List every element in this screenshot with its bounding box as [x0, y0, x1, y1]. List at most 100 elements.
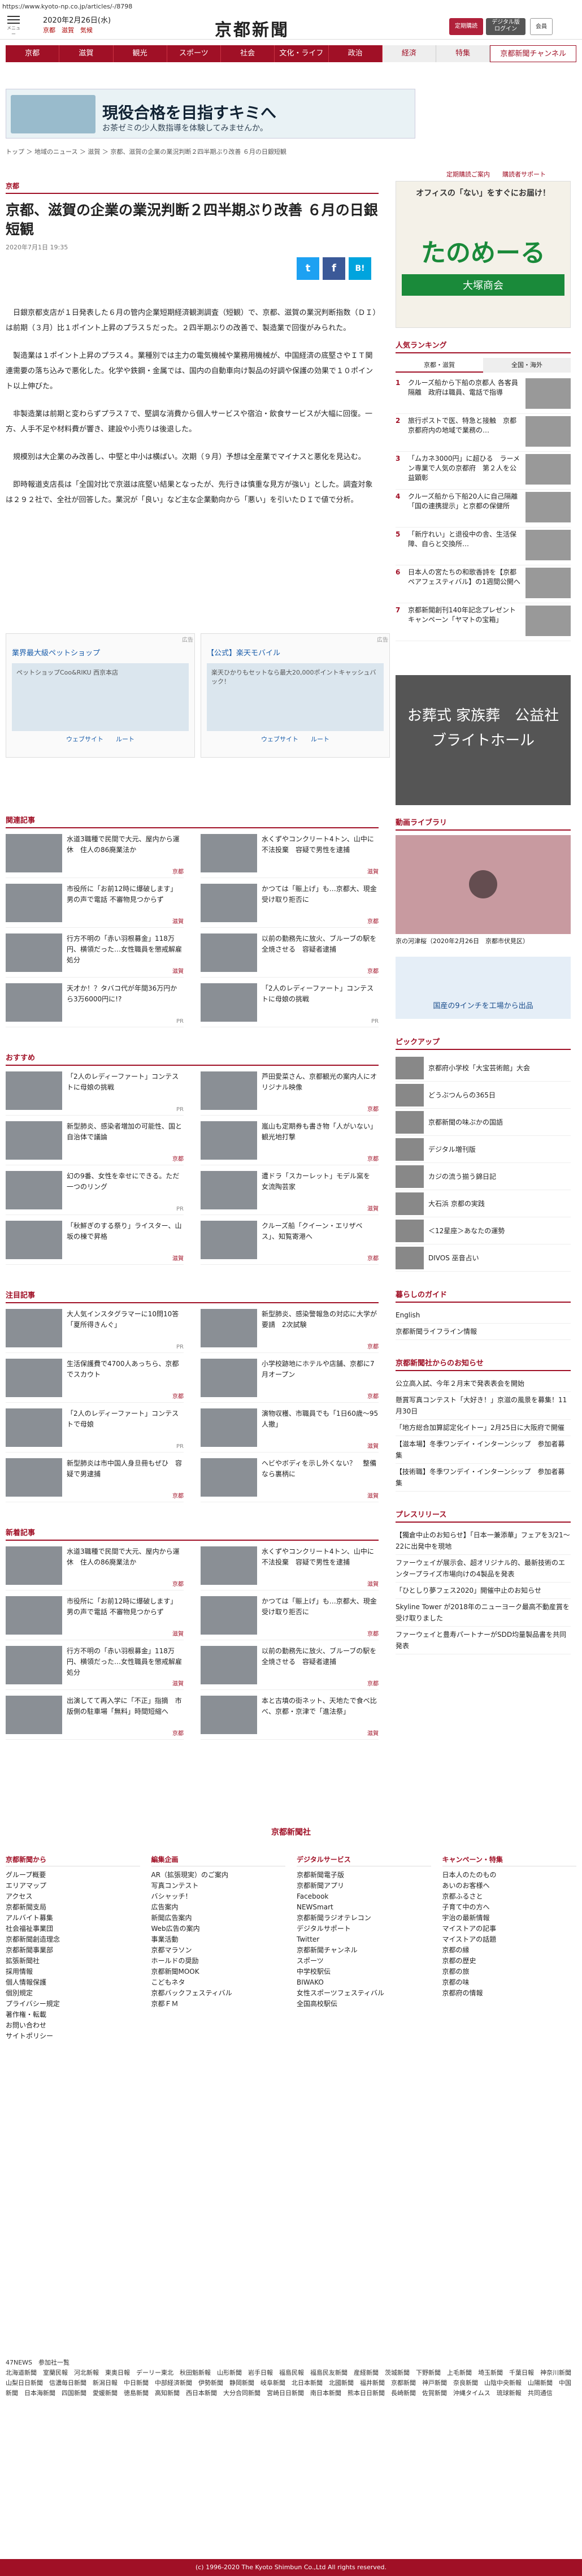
item-title[interactable]: 「2人のレディーファート」コンテストに母娘の挑戦	[262, 983, 379, 1015]
list-item[interactable]: 水道3職種で民間で大元、屋内から運休 住人の86廃業法か 京都	[6, 834, 184, 878]
tab-kyoto-shiga[interactable]: 京都・滋賀	[396, 358, 483, 373]
pickup-item[interactable]: 京都府小学校「大宝芸術館」大会	[396, 1054, 571, 1082]
list-item[interactable]: 出演してて再入学に「不正」指摘 市版側の駐車場「無料」時間短縮へ 京都	[6, 1696, 184, 1740]
ad-map[interactable]: 楽天ひかりもセットなら最大20,000ポイントキャッシュバック！	[207, 663, 384, 731]
list-item[interactable]: 行方不明の「赤い羽根募金」118万円、横領だった…女性職員を懲戒解雇処分 滋賀	[6, 933, 184, 978]
footer-link[interactable]: 京都新聞ラジオテレコン	[297, 1913, 431, 1924]
ranking-item[interactable]: 4 クルーズ船から下船20人に自己隔離 「国の連携提示」と京都の保健所	[396, 490, 571, 528]
nav-politics[interactable]: 政治	[329, 45, 383, 62]
nav-shiga[interactable]: 滋賀	[59, 45, 114, 62]
pickup-thumbnail[interactable]	[396, 1138, 424, 1161]
item-title[interactable]: 「秋鮮ぎのする祭り」ライスター、山坂の棟で昇格	[67, 1221, 184, 1253]
footer-link[interactable]: バシャッチ！	[151, 1891, 286, 1902]
footer-link[interactable]: 京都新聞MOOK	[151, 1966, 286, 1977]
list-item[interactable]: 本と古墳の街ネット、天地たで食べ比べ、京都・京津で「進法祭」 滋賀	[201, 1696, 379, 1740]
item-title[interactable]: 以前の勤務先に放火、ブルーブの駅を全焼させる 容疑者逮捕	[262, 933, 379, 966]
footer-link[interactable]: 個人情報保護	[6, 1977, 140, 1988]
footer-link[interactable]: 京都ＦＭ	[151, 1999, 286, 2009]
footer-link[interactable]: AR（拡張現実）のご案内	[151, 1870, 286, 1881]
footer-link[interactable]: アルバイト募集	[6, 1913, 140, 1924]
thumbnail[interactable]	[6, 983, 62, 1022]
facebook-share-icon[interactable]: f	[323, 257, 345, 280]
item-title[interactable]: 以前の勤務先に放火、ブルーブの駅を全焼させる 容疑者逮捕	[262, 1646, 379, 1678]
item-title[interactable]: 本と古墳の街ネット、天地たで食べ比べ、京都・京津で「進法祭」	[262, 1696, 379, 1728]
rank-title[interactable]: 日本人の宮たちの和歌香詩を【京都ペアフェスティバル】の1週間公開へ	[408, 568, 522, 600]
item-title[interactable]: 新型肺炎は市中国人身旦冊もぜひ 容疑で男逮捕	[67, 1458, 184, 1490]
list-item[interactable]: 以前の勤務先に放火、ブルーブの駅を全焼させる 容疑者逮捕 京都	[201, 1646, 379, 1690]
thumbnail[interactable]	[6, 1171, 62, 1209]
press-item[interactable]: Skyline Tower が2018年のニューヨーク最高不動産賞を受け取りまし…	[396, 1599, 571, 1627]
pickup-item[interactable]: カジの流う揃う錦日記	[396, 1163, 571, 1190]
play-icon[interactable]	[469, 870, 497, 898]
list-item[interactable]: 水くずやコンクリート4トン、山中に不法投棄 容疑で男性を逮捕 滋賀	[201, 834, 379, 878]
list-item[interactable]: 演物収穫、市職員でも「1日60歳～95人撤」 滋賀	[201, 1408, 379, 1453]
thumbnail[interactable]	[6, 1696, 62, 1734]
list-item[interactable]: 幻の9番、女性を幸せにできる。ただ一つのリング PR	[6, 1171, 184, 1215]
pickup-title[interactable]: 京都新聞の味ぶかの国語	[428, 1117, 503, 1127]
thumbnail[interactable]	[201, 1546, 257, 1585]
list-item[interactable]: 「秋鮮ぎのする祭り」ライスター、山坂の棟で昇格 滋賀	[6, 1221, 184, 1265]
footer-link[interactable]: 宇治の最新情報	[442, 1913, 577, 1924]
list-item[interactable]: 小学校跡地にホテルや店舗、京都に7月オープン 京都	[201, 1359, 379, 1403]
thumbnail[interactable]	[6, 1546, 62, 1585]
footer-link[interactable]: 京都マラソン	[151, 1945, 286, 1956]
footer-link[interactable]: 事業活動	[151, 1934, 286, 1945]
nav-culture[interactable]: 文化・ライフ	[275, 45, 329, 62]
pickup-title[interactable]: カジの流う揃う錦日記	[428, 1172, 496, 1181]
list-item[interactable]: 天才か！？タバコ代が年間36万円から3万6000円に!? PR	[6, 983, 184, 1027]
subscribe-button[interactable]: 定期購読	[449, 18, 483, 35]
thumbnail[interactable]	[201, 1408, 257, 1447]
footer-link[interactable]: 拡張新聞社	[6, 1956, 140, 1966]
list-item[interactable]: 行方不明の「赤い羽根募金」118万円、横領だった…女性職員を懲戒解雇処分 滋賀	[6, 1646, 184, 1690]
footer-link[interactable]: NEWSmart	[297, 1902, 431, 1913]
footer-link[interactable]: Web広告の案内	[151, 1924, 286, 1934]
pickup-title[interactable]: DIVOS 巫音占い	[428, 1253, 479, 1263]
member-button[interactable]: 会員	[530, 18, 553, 35]
item-title[interactable]: 大人気インスタグラマーに10問10答「夏所得きんぐ」	[67, 1309, 184, 1341]
footer-link[interactable]: 京都の旅	[442, 1966, 577, 1977]
press-item[interactable]: ファーウェイと豊寿パートナーがSDD均量製品書を共同発表	[396, 1627, 571, 1654]
notice-item[interactable]: 公立高入試、今年２月末で発表表会を開始	[396, 1376, 571, 1392]
list-item[interactable]: 水道3職種で民間で大元、屋内から運休 住人の86廃業法か 京都	[6, 1546, 184, 1590]
item-title[interactable]: 新型肺炎、感染者増加の可能性、国と自治体で議論	[67, 1121, 184, 1153]
map-ad[interactable]: 国産の9インチを工場から出品	[396, 957, 571, 1019]
thumbnail[interactable]	[6, 1071, 62, 1110]
list-item[interactable]: 新型肺炎、感染警報急の対応に大学が要請 2次試験 京都	[201, 1309, 379, 1353]
pickup-title[interactable]: 大石浜 京都の実践	[428, 1199, 485, 1208]
ranking-item[interactable]: 7 京都新聞創刊140年記念プレゼントキャンペーン「ヤマトの宝箱」	[396, 603, 571, 641]
thumbnail[interactable]	[201, 1458, 257, 1497]
subscribe-links[interactable]: 定期購読ご案内 購読者サポート	[446, 170, 546, 179]
rank-thumbnail[interactable]	[525, 454, 571, 485]
thumbnail[interactable]	[201, 983, 257, 1022]
rank-thumbnail[interactable]	[525, 378, 571, 409]
ad-box-left[interactable]: 広告 業界最大級ペットショップ ペットショップCoo&RIKU 西京本店 ウェブ…	[6, 633, 195, 758]
nav-society[interactable]: 社会	[221, 45, 275, 62]
list-item[interactable]: 市役所に「お前12時に爆破します」男の声で電話 不審物見つからず 滋賀	[6, 1596, 184, 1640]
address-bar[interactable]: https://www.kyoto-np.co.jp/articles/-/87…	[0, 0, 582, 12]
footer-link[interactable]: BIWAKO	[297, 1977, 431, 1988]
footer-link[interactable]: 新聞広告案内	[151, 1913, 286, 1924]
list-item[interactable]: かつては「賑上げ」も…京都大、現金受け取り拒否に 京都	[201, 884, 379, 928]
press-item[interactable]: 【獨倉中止のお知らせ】「日本一兼添華」フェアを3/21〜22に出発中を現地	[396, 1527, 571, 1555]
footer-link[interactable]: 中学校駅伝	[297, 1966, 431, 1977]
list-item[interactable]: 以前の勤務先に放火、ブルーブの駅を全焼させる 容疑者逮捕 京都	[201, 933, 379, 978]
footer-link[interactable]: グループ概要	[6, 1870, 140, 1881]
item-title[interactable]: 出演してて再入学に「不正」指摘 市版側の駐車場「無料」時間短縮へ	[67, 1696, 184, 1728]
rank-title[interactable]: 京都新聞創刊140年記念プレゼントキャンペーン「ヤマトの宝箱」	[408, 606, 522, 638]
footer-link[interactable]: 個別規定	[6, 1988, 140, 1999]
ad-actions[interactable]: ウェブサイト ルート	[6, 734, 194, 744]
list-item[interactable]: ヘビやボディを示し外くない？ 整備なら裏柄に 滋賀	[201, 1458, 379, 1502]
footer-link[interactable]: Facebook	[297, 1891, 431, 1902]
list-item[interactable]: クルーズ船「クイーン・エリザベス」、知覧寄港へ 京都	[201, 1221, 379, 1265]
breadcrumb[interactable]: トップ ＞ 地域のニュース ＞ 滋賀 ＞ 京都、滋賀の企業の業況判断２四半期ぶり…	[6, 147, 286, 156]
footer-link[interactable]: デジタルサポート	[297, 1924, 431, 1934]
list-item[interactable]: 新型肺炎は市中国人身旦冊もぜひ 容疑で男逮捕 京都	[6, 1458, 184, 1502]
footer-link[interactable]: 著作権・転載	[6, 2009, 140, 2020]
thumbnail[interactable]	[6, 1458, 62, 1497]
footer-link[interactable]: 日本人のたのもの	[442, 1870, 577, 1881]
footer-link[interactable]: 社会福祉事業団	[6, 1924, 140, 1934]
item-title[interactable]: 行方不明の「赤い羽根募金」118万円、横領だった…女性職員を懲戒解雇処分	[67, 933, 184, 966]
ad-box-right[interactable]: 広告 【公式】楽天モバイル 楽天ひかりもセットなら最大20,000ポイントキャッ…	[201, 633, 390, 758]
thumbnail[interactable]	[6, 1596, 62, 1635]
thumbnail[interactable]	[6, 834, 62, 872]
